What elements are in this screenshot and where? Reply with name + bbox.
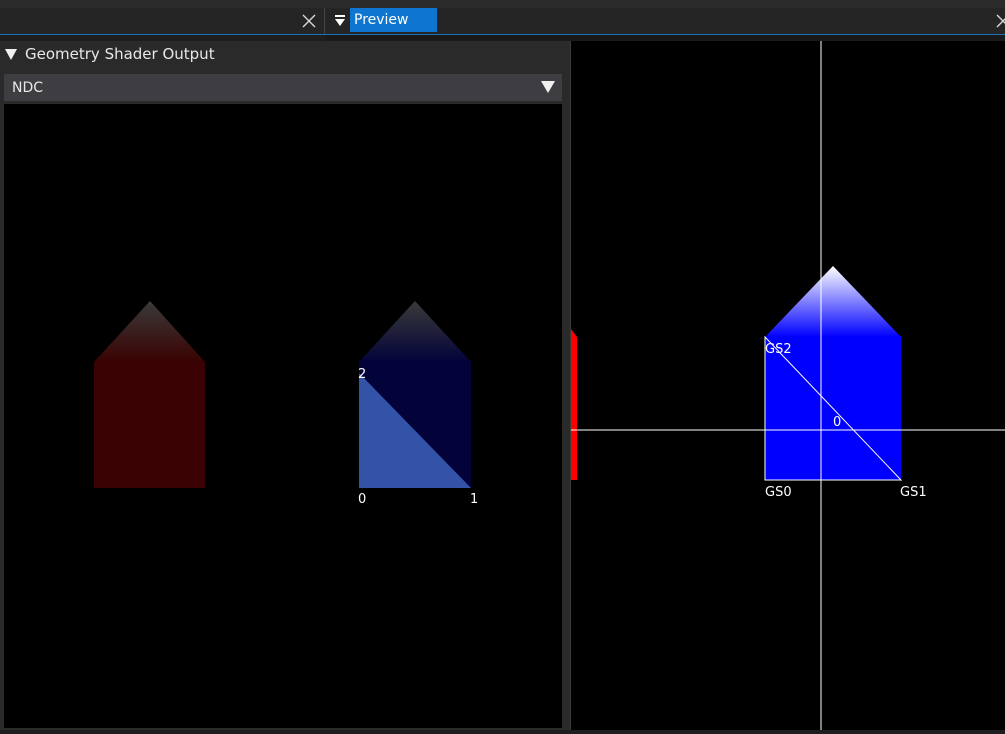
gs-output-canvas: 2 0 1 <box>94 301 478 507</box>
tab-bar: Preview <box>0 8 1005 35</box>
panel-header[interactable]: Geometry Shader Output <box>0 41 570 67</box>
vertex-label-2: 2 <box>358 367 366 382</box>
red-house-roof <box>94 301 205 362</box>
red-house-body <box>94 361 205 488</box>
geometry-shader-panel: Geometry Shader Output NDC 2 0 1 <box>0 41 571 730</box>
menu-glyph <box>335 15 345 26</box>
space-select[interactable]: NDC <box>4 74 562 101</box>
vertex-label-0: 0 <box>358 492 366 507</box>
close-icon-glyph <box>996 14 1005 28</box>
navy-house-roof <box>359 301 471 362</box>
vertex-label-1: 1 <box>470 492 478 507</box>
vertex-label-gs2: GS2 <box>765 342 792 357</box>
dropdown-arrow-icon[interactable] <box>541 81 555 93</box>
gs-output-viewport[interactable]: 2 0 1 <box>4 104 562 728</box>
left-tab-area <box>0 8 325 34</box>
close-icon[interactable] <box>300 12 318 30</box>
tab-preview[interactable]: Preview <box>350 8 437 32</box>
center-label: 0 <box>833 415 841 430</box>
preview-viewport[interactable]: GS2 0 GS0 GS1 <box>571 41 1005 730</box>
red-house-partial <box>571 329 577 480</box>
vertex-label-gs0: GS0 <box>765 485 792 500</box>
preview-canvas: GS2 0 GS0 GS1 <box>571 41 1005 730</box>
blue-house-roof <box>765 266 901 337</box>
close-icon-glyph <box>302 14 316 28</box>
vertex-label-gs1: GS1 <box>900 485 927 500</box>
collapse-triangle-icon[interactable] <box>5 48 17 60</box>
space-select-value: NDC <box>12 79 44 96</box>
close-icon[interactable] <box>994 12 1005 30</box>
preview-tab-area: Preview <box>326 8 1005 34</box>
dropdown-menu-icon[interactable] <box>332 12 348 30</box>
panel-title: Geometry Shader Output <box>25 45 215 63</box>
